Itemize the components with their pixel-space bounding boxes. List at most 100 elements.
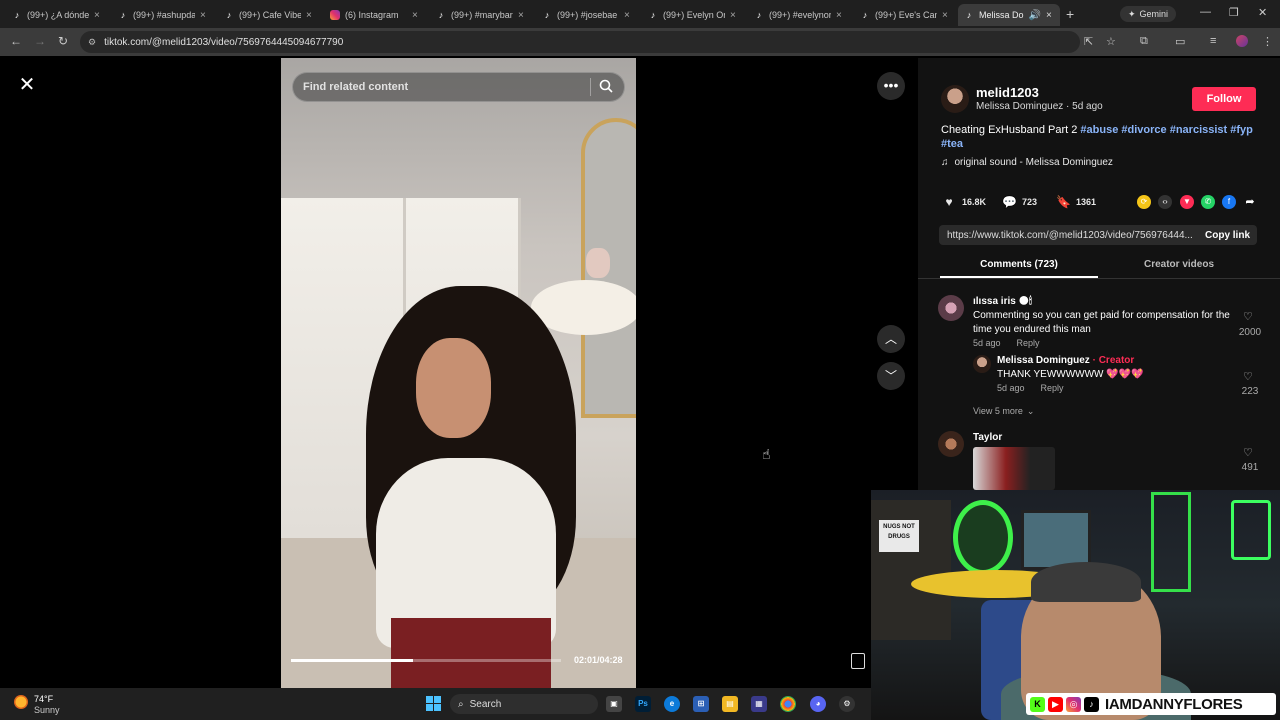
close-tab-icon[interactable]: × <box>200 10 208 21</box>
forward-icon[interactable]: → <box>34 34 46 48</box>
profile-avatar[interactable] <box>1236 35 1248 47</box>
share-arrow-icon[interactable]: ➦ <box>1243 195 1257 209</box>
address-bar[interactable]: ⚙ tiktok.com/@melid1203/video/7569764445… <box>80 31 1080 53</box>
chrome-icon[interactable] <box>780 696 796 712</box>
gemini-button[interactable]: ✦ Gemini <box>1120 6 1176 22</box>
photoshop-icon[interactable]: Ps <box>635 696 651 712</box>
browser-tab[interactable]: ♪ (99+) #evelynor × <box>748 4 850 26</box>
creator-username[interactable]: melid1203 <box>976 85 1039 100</box>
comment-like-icon[interactable]: ♡ <box>1243 310 1253 323</box>
reply-button[interactable]: Reply <box>1041 383 1064 393</box>
browser-tab[interactable]: ♪ (99+) #marybarr × <box>430 4 532 26</box>
back-icon[interactable]: ← <box>10 34 22 48</box>
close-video-icon[interactable]: ✕ <box>18 75 36 95</box>
browser-tab[interactable]: ♪ (99+) Cafe Vibes × <box>218 4 320 26</box>
menu-icon[interactable]: ⋮ <box>1262 35 1273 48</box>
browser-tab[interactable]: (6) Instagram × <box>324 4 426 26</box>
tab-creator-videos[interactable]: Creator videos <box>1100 259 1258 270</box>
media-controls-icon[interactable]: ≡ <box>1210 35 1216 47</box>
tiktok-icon: ♪ <box>1084 696 1099 712</box>
reply-like-icon[interactable]: ♡ <box>1243 370 1253 383</box>
browser-tab-active[interactable]: ♪Melissa Dom🔊× <box>958 4 1060 26</box>
app-icon[interactable]: ▦ <box>751 696 767 712</box>
comment-like-icon[interactable]: ♡ <box>1243 446 1253 459</box>
video-player[interactable] <box>281 58 636 688</box>
close-tab-icon[interactable]: × <box>94 10 102 21</box>
comment-button[interactable]: 💬 723 <box>1002 195 1037 209</box>
close-tab-icon[interactable]: × <box>942 10 950 21</box>
tab-comments[interactable]: Comments (723) <box>940 259 1098 270</box>
more-options-button[interactable]: ••• <box>877 72 905 100</box>
search-icon[interactable] <box>598 78 614 94</box>
cast-icon[interactable]: ▭ <box>1175 35 1185 48</box>
browser-tab[interactable]: ♪ (99+) Evelyn Orti × <box>642 4 744 26</box>
new-tab-button[interactable]: + <box>1066 6 1074 22</box>
comment-image[interactable] <box>973 447 1055 490</box>
weather-sun-icon[interactable] <box>14 695 28 709</box>
maximize-icon[interactable]: ❐ <box>1229 6 1239 19</box>
weather-temperature[interactable]: 74°F <box>34 694 53 704</box>
edge-icon[interactable]: e <box>664 696 680 712</box>
send-to-friends-icon[interactable]: ▼ <box>1180 195 1194 209</box>
mini-player-icon[interactable] <box>851 653 865 669</box>
discord-icon[interactable]: ◕ <box>810 696 826 712</box>
instagram-icon <box>330 10 340 20</box>
follow-button[interactable]: Follow <box>1192 87 1256 111</box>
save-button[interactable]: 🔖 1361 <box>1056 195 1096 209</box>
commenter-name[interactable]: ılıssa iris 🌑🕯 <box>973 296 1032 307</box>
hashtag-link[interactable]: #narcissist <box>1170 124 1227 136</box>
install-app-icon[interactable]: ⇱ <box>1084 35 1093 48</box>
hashtag-link[interactable]: #fyp <box>1230 124 1253 136</box>
minimize-icon[interactable]: — <box>1200 6 1211 18</box>
close-tab-icon[interactable]: × <box>836 10 844 21</box>
copy-link-button[interactable]: Copy link <box>1205 230 1250 241</box>
sparkle-icon: ✦ <box>1127 8 1136 19</box>
hashtag-link[interactable]: #divorce <box>1121 124 1166 136</box>
task-view-icon[interactable]: ▣ <box>606 696 622 712</box>
site-info-icon[interactable]: ⚙ <box>88 37 96 48</box>
browser-tab[interactable]: ♪ (99+) Eve's Cam × <box>854 4 956 26</box>
previous-video-button[interactable]: ︿ <box>877 325 905 353</box>
like-button[interactable]: ♥ 16.8K <box>942 195 986 209</box>
comment-like-count: 491 <box>1241 462 1259 473</box>
repost-icon[interactable]: ⟳ <box>1137 195 1151 209</box>
close-tab-icon[interactable]: × <box>518 10 526 21</box>
reply-button[interactable]: Reply <box>1017 338 1040 348</box>
whatsapp-icon[interactable]: ✆ <box>1201 195 1215 209</box>
creator-avatar[interactable] <box>941 85 969 113</box>
close-tab-icon[interactable]: × <box>730 10 738 21</box>
browser-toolbar: ← → ↻ ⚙ tiktok.com/@melid1203/video/7569… <box>0 28 1280 56</box>
close-tab-icon[interactable]: × <box>624 10 632 21</box>
mouse-cursor-icon: ☝ <box>762 446 771 462</box>
next-video-button[interactable]: ﹀ <box>877 362 905 390</box>
file-explorer-icon[interactable]: ▤ <box>722 696 738 712</box>
facebook-icon[interactable]: f <box>1222 195 1236 209</box>
hashtag-link[interactable]: #tea <box>941 138 963 150</box>
commenter-name[interactable]: Taylor <box>973 432 1002 443</box>
commenter-avatar[interactable] <box>938 431 964 457</box>
app-icon[interactable]: ⚙ <box>839 696 855 712</box>
related-search-input[interactable]: Find related content <box>292 72 625 102</box>
browser-tab[interactable]: ♪ (99+) #ashupdat × <box>112 4 214 26</box>
close-tab-icon[interactable]: × <box>306 10 314 21</box>
speaker-icon[interactable]: 🔊 <box>1029 10 1041 21</box>
reload-icon[interactable]: ↻ <box>58 34 68 48</box>
close-window-icon[interactable]: ✕ <box>1258 6 1267 19</box>
weather-condition[interactable]: Sunny <box>34 705 60 715</box>
view-more-replies[interactable]: View 5 more ⌄ <box>973 406 1034 417</box>
close-tab-icon[interactable]: × <box>412 10 420 21</box>
search-icon: ⌕ <box>458 698 464 710</box>
hashtag-link[interactable]: #abuse <box>1080 124 1118 136</box>
embed-icon[interactable]: ‹› <box>1158 195 1172 209</box>
reply-avatar[interactable] <box>973 355 991 373</box>
taskbar-search[interactable]: ⌕ Search <box>450 694 598 714</box>
bookmark-star-icon[interactable]: ☆ <box>1106 35 1116 48</box>
close-tab-icon[interactable]: × <box>1046 10 1054 21</box>
browser-tab[interactable]: ♪(99+) ¿A dónde v× <box>6 4 108 26</box>
sound-link[interactable]: ♫ original sound - Melissa Dominguez <box>941 157 1113 168</box>
commenter-avatar[interactable] <box>938 295 964 321</box>
store-icon[interactable]: ⊞ <box>693 696 709 712</box>
extensions-icon[interactable]: ⧉ <box>1140 35 1148 48</box>
windows-start-icon[interactable] <box>426 696 441 711</box>
browser-tab[interactable]: ♪ (99+) #josebae × <box>536 4 638 26</box>
